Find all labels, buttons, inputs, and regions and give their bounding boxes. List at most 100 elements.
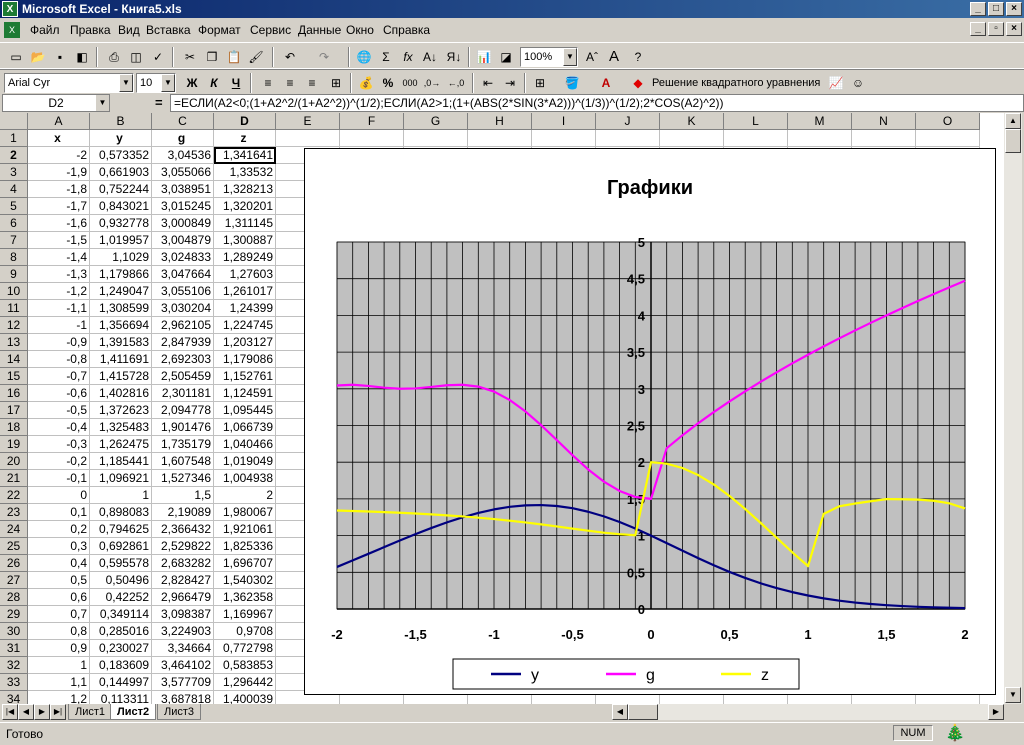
data-cell[interactable]: -1,6 [28, 215, 90, 232]
sheet-tab-3[interactable]: Лист3 [157, 704, 202, 720]
scroll-down-icon[interactable]: ▼ [1005, 687, 1021, 703]
row-header[interactable]: 24 [0, 521, 28, 538]
scroll-right-icon[interactable]: ▶ [988, 704, 1004, 720]
header-cell[interactable]: z [214, 130, 276, 147]
data-cell[interactable]: 0,9708 [214, 623, 276, 640]
chart-icon[interactable]: 📈 [826, 73, 846, 93]
column-header-a[interactable]: A [28, 113, 90, 130]
increase-indent-icon[interactable]: ⇥ [500, 73, 520, 93]
font-select[interactable]: Arial Cyr ▼ [4, 73, 134, 93]
hscroll-thumb[interactable] [628, 704, 658, 720]
data-cell[interactable]: -1,3 [28, 266, 90, 283]
data-cell[interactable]: -0,2 [28, 453, 90, 470]
data-cell[interactable]: 3,224903 [152, 623, 214, 640]
data-cell[interactable]: 0,595578 [90, 555, 152, 572]
currency-icon[interactable]: 💰 [356, 73, 376, 93]
minimize-icon[interactable]: _ [970, 2, 986, 16]
data-cell[interactable]: -0,6 [28, 385, 90, 402]
sort-desc-icon[interactable]: Я↓ [444, 47, 464, 67]
data-cell[interactable]: 1,203127 [214, 334, 276, 351]
paste-icon[interactable]: 📋 [224, 47, 244, 67]
increase-decimal-icon[interactable]: ,0→ [422, 73, 442, 93]
data-cell[interactable]: -1,9 [28, 164, 90, 181]
column-header-g[interactable]: G [404, 113, 468, 130]
data-cell[interactable]: 1,341641 [214, 147, 276, 164]
horizontal-scrollbar[interactable]: ◀ ▶ [612, 704, 1004, 720]
data-cell[interactable]: -0,4 [28, 419, 90, 436]
data-cell[interactable]: 3,577709 [152, 674, 214, 691]
print-icon[interactable]: ⎙ [104, 47, 124, 67]
row-header[interactable]: 12 [0, 317, 28, 334]
row-header[interactable]: 8 [0, 249, 28, 266]
excel-app-icon[interactable]: X [2, 1, 18, 17]
data-cell[interactable]: 0 [28, 487, 90, 504]
data-cell[interactable]: 1,296442 [214, 674, 276, 691]
data-cell[interactable]: 1,402816 [90, 385, 152, 402]
align-center-icon[interactable]: ≡ [280, 73, 300, 93]
chevron-down-icon[interactable]: ▼ [119, 74, 133, 92]
assistant-tree-icon[interactable]: 🎄 [940, 723, 970, 745]
row-header[interactable]: 25 [0, 538, 28, 555]
prev-sheet-icon[interactable]: ◀ [18, 704, 34, 720]
first-sheet-icon[interactable]: |◀ [2, 704, 18, 720]
data-cell[interactable]: 1,124591 [214, 385, 276, 402]
data-cell[interactable]: 1,527346 [152, 470, 214, 487]
font-size-select[interactable]: 10 ▼ [136, 73, 176, 93]
menu-file[interactable]: Файл [30, 18, 60, 42]
decrease-indent-icon[interactable]: ⇤ [478, 73, 498, 93]
data-cell[interactable]: 0,113311 [90, 691, 152, 704]
scroll-left-icon[interactable]: ◀ [612, 704, 628, 720]
decrease-decimal-icon[interactable]: ←,0 [446, 73, 466, 93]
empty-cell[interactable] [916, 130, 980, 147]
vertical-scrollbar[interactable]: ▲ ▼ [1004, 113, 1022, 704]
data-cell[interactable]: -1 [28, 317, 90, 334]
last-sheet-icon[interactable]: ▶| [50, 704, 66, 720]
workbook-icon[interactable]: X [4, 22, 20, 38]
header-cell[interactable]: y [90, 130, 152, 147]
row-header[interactable]: 18 [0, 419, 28, 436]
data-cell[interactable]: 1 [90, 487, 152, 504]
data-cell[interactable]: 1,308599 [90, 300, 152, 317]
percent-button[interactable]: % [378, 73, 398, 93]
data-cell[interactable]: 2 [214, 487, 276, 504]
data-cell[interactable]: 1,224745 [214, 317, 276, 334]
data-cell[interactable]: 0,898083 [90, 504, 152, 521]
macro-diamond-icon[interactable]: ◆ [628, 73, 648, 93]
bold-button[interactable]: Ж [182, 73, 202, 93]
borders-icon[interactable]: ⊞ [530, 73, 550, 93]
empty-cell[interactable] [340, 130, 404, 147]
data-cell[interactable]: 0,752244 [90, 181, 152, 198]
data-cell[interactable]: -0,1 [28, 470, 90, 487]
data-cell[interactable]: 1,607548 [152, 453, 214, 470]
data-cell[interactable]: 0,4 [28, 555, 90, 572]
data-cell[interactable]: 1,415728 [90, 368, 152, 385]
data-cell[interactable]: 0,285016 [90, 623, 152, 640]
row-header[interactable]: 20 [0, 453, 28, 470]
data-cell[interactable]: 3,687818 [152, 691, 214, 704]
row-header[interactable]: 17 [0, 402, 28, 419]
row-header[interactable]: 5 [0, 198, 28, 215]
column-header-o[interactable]: O [916, 113, 980, 130]
data-cell[interactable]: 0,6 [28, 589, 90, 606]
data-cell[interactable]: 1,179086 [214, 351, 276, 368]
data-cell[interactable]: 2,529822 [152, 538, 214, 555]
data-cell[interactable]: 3,030204 [152, 300, 214, 317]
fill-color-icon[interactable]: 🪣 [562, 73, 582, 93]
column-header-c[interactable]: C [152, 113, 214, 130]
font-size-big-icon[interactable]: A [604, 47, 624, 67]
data-cell[interactable]: 1,696707 [214, 555, 276, 572]
chart-wizard-icon[interactable]: 📊 [474, 47, 494, 67]
data-cell[interactable]: 3,464102 [152, 657, 214, 674]
doc-minimize-icon[interactable]: _ [970, 22, 986, 36]
row-header[interactable]: 1 [0, 130, 28, 147]
empty-cell[interactable] [852, 130, 916, 147]
data-cell[interactable]: 2,847939 [152, 334, 214, 351]
data-cell[interactable]: 1,540302 [214, 572, 276, 589]
macro-button-label[interactable]: Решение квадратного уравнения [652, 77, 820, 89]
data-cell[interactable]: 3,098387 [152, 606, 214, 623]
row-header[interactable]: 11 [0, 300, 28, 317]
undo-icon[interactable]: ↶ [280, 47, 300, 67]
autosum-icon[interactable]: Σ [376, 47, 396, 67]
row-header[interactable]: 29 [0, 606, 28, 623]
data-cell[interactable]: 0,7 [28, 606, 90, 623]
